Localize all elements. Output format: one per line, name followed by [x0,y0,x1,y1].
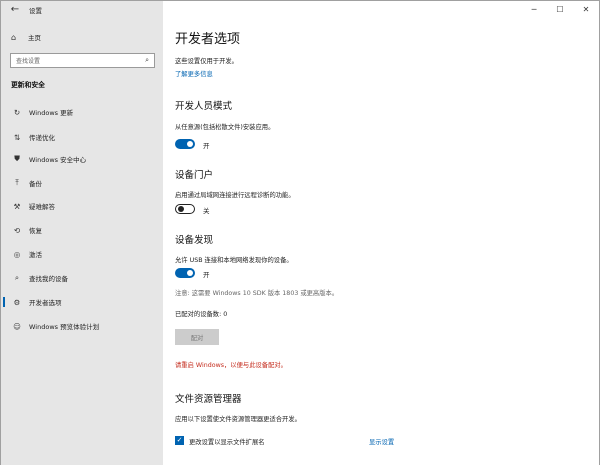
sidebar-item-label: 传递优化 [29,134,55,142]
minimize-icon[interactable]: ─ [521,1,547,18]
dev-mode-description: 从任意源(包括松散文件)安装应用。 [175,124,275,131]
sdk-note: 注意: 这需要 Windows 10 SDK 版本 1803 或更高版本。 [175,290,339,297]
sidebar-item-label: Windows 安全中心 [29,156,87,164]
intro-text: 这些设置仅用于开发。 [175,58,238,65]
pair-button[interactable]: 配对 [175,329,219,345]
sidebar-item-delivery-optimization[interactable]: ⇅ 传递优化 [1,129,163,145]
activation-icon: ◎ [13,249,21,259]
show-extensions-checkbox[interactable]: ✓ [175,436,184,445]
sidebar-item-activation[interactable]: ◎ 激活 [1,246,163,262]
sync-icon: ↻ [13,107,21,117]
wrench-icon: ⚒ [13,201,21,211]
sidebar-item-find-my-device[interactable]: ⌕ 查找我的设备 [1,270,163,286]
device-portal-toggle-state: 关 [203,207,210,215]
paired-devices-count: 已配对的设备数: 0 [175,311,228,318]
sidebar: ← 设置 ⌂ 主页 查找设置 ⌕ 更新和安全 ↻ Windows 更新 ⇅ 传递… [1,1,163,465]
device-discovery-toggle-state: 开 [203,271,210,279]
sidebar-item-label: 开发者选项 [29,299,62,307]
sidebar-item-label: 备份 [29,180,42,188]
sidebar-section-title: 更新和安全 [11,81,45,89]
restart-warning: 请重启 Windows，以便与此设备配对。 [175,362,287,369]
sidebar-item-windows-update[interactable]: ↻ Windows 更新 [1,104,163,120]
dev-mode-heading: 开发人员模式 [175,101,233,112]
show-extensions-label[interactable]: 更改设置以显示文件扩展名 [189,437,265,446]
sidebar-item-developer-options[interactable]: ⚙ 开发者选项 [1,294,163,310]
sidebar-item-label: Windows 预览体验计划 [29,323,100,331]
toggle-knob [187,141,193,147]
shield-icon: ⛊ [14,154,20,163]
insider-icon: ☺ [13,321,21,331]
find-device-icon: ⌕ [14,273,20,282]
device-portal-heading: 设备门户 [175,170,214,181]
search-input[interactable]: 查找设置 ⌕ [10,53,155,68]
close-icon[interactable]: ✕ [573,1,599,18]
sidebar-item-label: 激活 [29,251,42,259]
search-icon[interactable]: ⌕ [145,56,149,65]
search-placeholder: 查找设置 [16,58,41,65]
recovery-icon: ⟲ [13,225,21,235]
maximize-icon[interactable]: ☐ [547,1,573,18]
sidebar-item-label: Windows 更新 [29,109,74,117]
home-label: 主页 [28,34,41,42]
back-arrow-icon[interactable]: ← [5,1,25,18]
device-discovery-toggle[interactable] [175,268,195,278]
file-explorer-heading: 文件资源管理器 [175,394,242,405]
backup-icon: ⤒ [15,178,19,187]
device-portal-toggle[interactable] [175,204,195,214]
dev-mode-toggle-state: 开 [203,142,210,150]
file-explorer-description: 应用以下设置使文件资源管理器更适合开发。 [175,416,301,423]
dev-mode-toggle[interactable] [175,139,195,149]
delivery-optimization-icon: ⇅ [13,132,21,142]
app-title: 设置 [29,6,42,15]
sidebar-item-windows-insider[interactable]: ☺ Windows 预览体验计划 [1,318,163,334]
learn-more-link[interactable]: 了解更多信息 [175,69,213,78]
developer-icon: ⚙ [13,297,21,307]
page-title: 开发者选项 [175,32,241,47]
window-controls: ─ ☐ ✕ [521,1,599,18]
title-bar: ← 设置 [1,1,163,18]
sidebar-item-home[interactable]: ⌂ 主页 [1,30,163,44]
device-portal-description: 启用通过局域网连接进行远程诊断的功能。 [175,192,295,199]
device-discovery-heading: 设备发现 [175,235,214,246]
sidebar-item-label: 恢复 [29,227,42,235]
show-settings-link[interactable]: 显示设置 [369,437,394,446]
sidebar-item-label: 疑难解答 [29,203,55,211]
toggle-knob [177,206,184,212]
home-icon: ⌂ [11,32,17,42]
toggle-knob [187,270,193,276]
sidebar-item-label: 查找我的设备 [29,275,68,283]
sidebar-item-recovery[interactable]: ⟲ 恢复 [1,222,163,238]
device-discovery-description: 允许 USB 连接和本地网络发现你的设备。 [175,257,293,264]
sidebar-item-backup[interactable]: ⤒ 备份 [1,175,163,191]
sidebar-item-troubleshoot[interactable]: ⚒ 疑难解答 [1,198,163,214]
sidebar-item-windows-security[interactable]: ⛊ Windows 安全中心 [1,151,163,167]
main-content: ─ ☐ ✕ 开发者选项 这些设置仅用于开发。 了解更多信息 开发人员模式 从任意… [163,1,599,465]
